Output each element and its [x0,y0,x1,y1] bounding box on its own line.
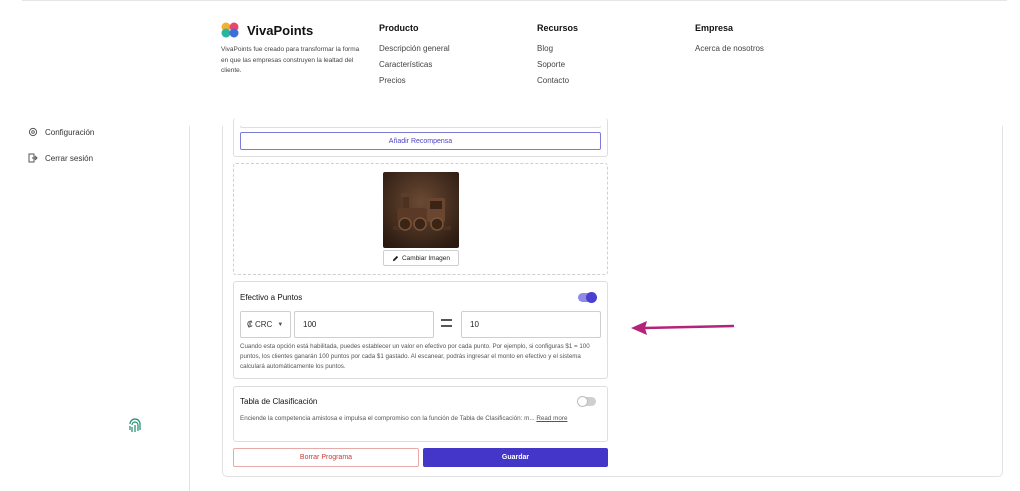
footer-column-company: Empresa Acerca de nosotros [695,23,764,60]
sidebar-item-logout[interactable]: Cerrar sesión [28,153,93,163]
link-overview[interactable]: Descripción general [379,44,450,53]
link-blog[interactable]: Blog [537,44,578,53]
delete-program-button[interactable]: Borrar Programa [233,448,419,467]
change-image-label: Cambiar Imagen [401,254,451,262]
cash-to-points-help: Cuando esta opción está habilitada, pued… [240,343,590,370]
toggle-knob [577,396,588,407]
leaderboard-description-text: Enciende la competencia amistosa e impul… [240,415,535,422]
toggle-knob [586,292,597,303]
logout-icon [28,153,38,163]
sidebar [0,126,190,491]
column-title: Recursos [537,23,579,33]
program-image [383,172,459,248]
pencil-icon [392,255,399,261]
cash-to-points-toggle[interactable] [578,292,597,303]
column-title: Producto [379,23,419,33]
brand-name: VivaPoints [247,22,314,38]
currency-value: ₡ CRC [247,320,273,329]
link-support[interactable]: Soporte [537,60,578,69]
link-pricing[interactable]: Precios [379,76,450,85]
equals-icon [441,319,452,328]
sidebar-item-label: Configuración [45,127,95,137]
cash-to-points-title: Efectivo a Puntos [240,293,303,302]
footer-column-product: Producto Descripción general Característ… [379,23,450,92]
sidebar-item-settings[interactable]: Configuración [28,127,94,137]
add-reward-button[interactable]: Añadir Recompensa [240,132,601,150]
link-about-us[interactable]: Acerca de nosotros [695,44,764,53]
cash-value-input[interactable]: 100 [294,311,434,338]
locomotive-image [383,172,459,248]
vivapoints-logo-icon [221,22,239,38]
top-links-bar: VivaPoints VivaPoints fue creado para tr… [0,0,1020,126]
read-more-link[interactable]: Read more [536,415,567,422]
footer-column-resources: Recursos Blog Soporte Contacto [537,23,578,92]
column-title: Empresa [695,23,734,33]
leaderboard-description: Enciende la competencia amistosa e impul… [240,414,595,424]
link-contact[interactable]: Contacto [537,76,578,85]
brand: VivaPoints [221,22,313,38]
annotation-arrow-icon [631,321,735,335]
save-button[interactable]: Guardar [423,448,608,467]
divider [22,0,1007,1]
gear-icon [28,127,38,137]
leaderboard-toggle[interactable] [577,396,596,407]
sidebar-item-label: Cerrar sesión [45,153,94,163]
reward-item-edge [240,126,601,128]
chevron-down-icon: ▼ [277,321,284,328]
fingerprint-icon[interactable] [127,418,143,434]
points-value-input[interactable]: 10 [461,311,601,338]
change-image-button[interactable]: Cambiar Imagen [383,250,459,266]
link-features[interactable]: Características [379,60,450,69]
brand-description: VivaPoints fue creado para transformar l… [221,46,360,74]
currency-select[interactable]: ₡ CRC ▼ [240,311,291,338]
leaderboard-title: Tabla de Clasificación [240,397,318,406]
